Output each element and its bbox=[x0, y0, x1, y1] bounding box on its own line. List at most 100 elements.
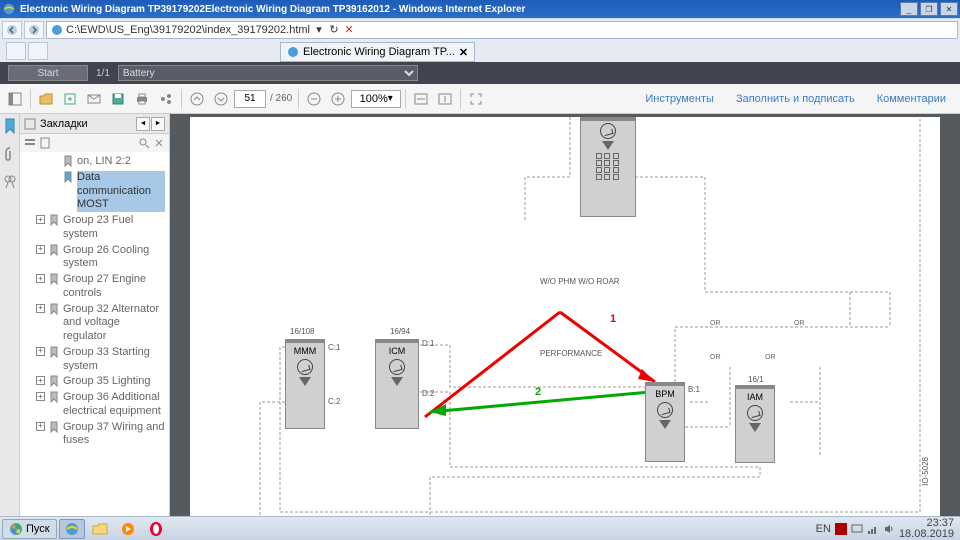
tray-volume-icon[interactable] bbox=[883, 523, 895, 535]
bm-new-icon[interactable] bbox=[39, 137, 51, 149]
dropdown-icon[interactable]: ▾ bbox=[312, 22, 326, 38]
task-opera[interactable] bbox=[143, 519, 169, 539]
tab-close-button[interactable]: ✕ bbox=[459, 46, 468, 59]
fullscreen-button[interactable] bbox=[465, 88, 487, 110]
pdf-toolbar: / 260 100% ▾ Инструменты Заполнить и под… bbox=[0, 84, 960, 114]
tray-action-icon[interactable] bbox=[851, 523, 863, 535]
media-task-icon bbox=[120, 521, 136, 537]
address-text: C:\EWD\US_Eng\39179202\index_39179202.ht… bbox=[66, 24, 310, 36]
folder-icon bbox=[39, 93, 53, 105]
email-icon bbox=[87, 94, 101, 104]
tray-network-icon[interactable] bbox=[867, 523, 879, 535]
clock[interactable]: 23:37 18.08.2019 bbox=[899, 518, 954, 540]
time-label: 23:37 bbox=[899, 518, 954, 529]
page-total-label: / 260 bbox=[270, 93, 292, 104]
tree-item[interactable]: +Group 27 Engine controls bbox=[22, 272, 167, 302]
tree-item[interactable]: +Group 23 Fuel system bbox=[22, 213, 167, 243]
sidebar-toggle-button[interactable] bbox=[4, 88, 26, 110]
tree-item[interactable]: +Group 36 Additional electrical equipmen… bbox=[22, 390, 167, 420]
fit-page-button[interactable] bbox=[434, 88, 456, 110]
bm-search-icon[interactable] bbox=[138, 137, 150, 149]
close-button[interactable]: ✕ bbox=[940, 2, 958, 16]
ie-icon bbox=[2, 2, 16, 16]
maximize-button[interactable]: ❐ bbox=[920, 2, 938, 16]
document-canvas[interactable]: 1 2 16/108 MMM C:1 C:2 16/94 bbox=[170, 114, 960, 528]
attachment-panel-icon[interactable] bbox=[2, 146, 18, 162]
bm-delete-icon[interactable] bbox=[153, 137, 165, 149]
bookmark-icon bbox=[48, 391, 60, 403]
wo-text: W/O PHM W/O ROAR bbox=[540, 277, 620, 286]
window-title: Electronic Wiring Diagram TP39179202Elec… bbox=[20, 4, 900, 15]
favorites-button[interactable] bbox=[6, 42, 26, 60]
date-label: 18.08.2019 bbox=[899, 529, 954, 540]
bookmarks-tree[interactable]: on, LIN 2:2Data communication MOST+Group… bbox=[20, 152, 169, 528]
bookmark-icon bbox=[48, 303, 60, 315]
bookmark-icon bbox=[62, 171, 74, 183]
share-button[interactable] bbox=[155, 88, 177, 110]
start-label: Пуск bbox=[26, 523, 50, 535]
browser-tab[interactable]: Electronic Wiring Diagram TP... ✕ bbox=[280, 42, 475, 62]
doc-section-dropdown[interactable]: Battery bbox=[118, 65, 418, 81]
tools-link[interactable]: Инструменты bbox=[635, 93, 724, 105]
refresh-button[interactable]: ↻ bbox=[327, 22, 341, 38]
document-bar: Start 1/1 Battery bbox=[0, 62, 960, 84]
page-number-input[interactable] bbox=[234, 90, 266, 108]
component-bpm: BPM bbox=[645, 382, 685, 462]
tree-label: Group 35 Lighting bbox=[63, 375, 150, 389]
tree-item[interactable]: +Group 35 Lighting bbox=[22, 374, 167, 390]
tree-item[interactable]: +Group 37 Wiring and fuses bbox=[22, 420, 167, 450]
doc-start-button[interactable]: Start bbox=[8, 65, 88, 81]
email-button[interactable] bbox=[83, 88, 105, 110]
comments-link[interactable]: Комментарии bbox=[867, 93, 956, 105]
task-media[interactable] bbox=[115, 519, 141, 539]
performance-text: PERFORMANCE bbox=[540, 349, 602, 358]
component-mmm: MMM bbox=[285, 339, 325, 429]
page-icon bbox=[51, 24, 63, 36]
system-tray: EN 23:37 18.08.2019 bbox=[812, 518, 958, 540]
bm-options-icon[interactable] bbox=[24, 137, 36, 149]
tree-item[interactable]: Data communication MOST bbox=[22, 170, 167, 213]
task-ie[interactable] bbox=[59, 519, 85, 539]
zoom-level[interactable]: 100% ▾ bbox=[351, 90, 401, 108]
fillsign-link[interactable]: Заполнить и подписать bbox=[726, 93, 865, 105]
task-explorer[interactable] bbox=[87, 519, 113, 539]
component-iam: IAM bbox=[735, 385, 775, 463]
tree-item[interactable]: +Group 32 Alternator and voltage regulat… bbox=[22, 302, 167, 345]
bookmarks-toolbar bbox=[20, 134, 169, 152]
panel-icon bbox=[24, 118, 36, 130]
bm-prev-button[interactable]: ◄ bbox=[136, 117, 150, 131]
address-field[interactable]: C:\EWD\US_Eng\39179202\index_39179202.ht… bbox=[46, 21, 958, 39]
page-up-button[interactable] bbox=[186, 88, 208, 110]
addtab-button[interactable] bbox=[28, 42, 48, 60]
fit-width-button[interactable] bbox=[410, 88, 432, 110]
stop-button[interactable]: ✕ bbox=[342, 22, 356, 38]
zoom-in-button[interactable] bbox=[327, 88, 349, 110]
sidebar: Закладки ◄ ► on, LIN 2:2Data communicati… bbox=[0, 114, 170, 528]
tree-item[interactable]: +Group 33 Starting system bbox=[22, 345, 167, 375]
back-button[interactable] bbox=[2, 21, 22, 39]
doc-page-label: 1/1 bbox=[96, 68, 110, 79]
search-panel-icon[interactable] bbox=[2, 174, 18, 190]
windows-icon bbox=[9, 522, 23, 536]
zoom-out-button[interactable] bbox=[303, 88, 325, 110]
save-button[interactable] bbox=[107, 88, 129, 110]
tree-item[interactable]: on, LIN 2:2 bbox=[22, 154, 167, 170]
lang-indicator[interactable]: EN bbox=[816, 523, 831, 535]
annotation-1: 1 bbox=[610, 313, 616, 325]
bm-next-button[interactable]: ► bbox=[151, 117, 165, 131]
open-button[interactable] bbox=[35, 88, 57, 110]
tray-flag-icon[interactable] bbox=[835, 523, 847, 535]
start-button[interactable]: Пуск bbox=[2, 519, 57, 539]
taskbar: Пуск EN 23:37 18.08.2019 bbox=[0, 516, 960, 540]
or-4: OR bbox=[794, 320, 805, 327]
bookmark-icon bbox=[48, 346, 60, 358]
export-button[interactable] bbox=[59, 88, 81, 110]
folder-task-icon bbox=[92, 522, 108, 536]
forward-button[interactable] bbox=[24, 21, 44, 39]
print-button[interactable] bbox=[131, 88, 153, 110]
tab-page-icon bbox=[287, 46, 299, 58]
page-down-button[interactable] bbox=[210, 88, 232, 110]
minimize-button[interactable]: _ bbox=[900, 2, 918, 16]
tree-item[interactable]: +Group 26 Cooling system bbox=[22, 243, 167, 273]
bookmark-panel-icon[interactable] bbox=[2, 118, 18, 134]
